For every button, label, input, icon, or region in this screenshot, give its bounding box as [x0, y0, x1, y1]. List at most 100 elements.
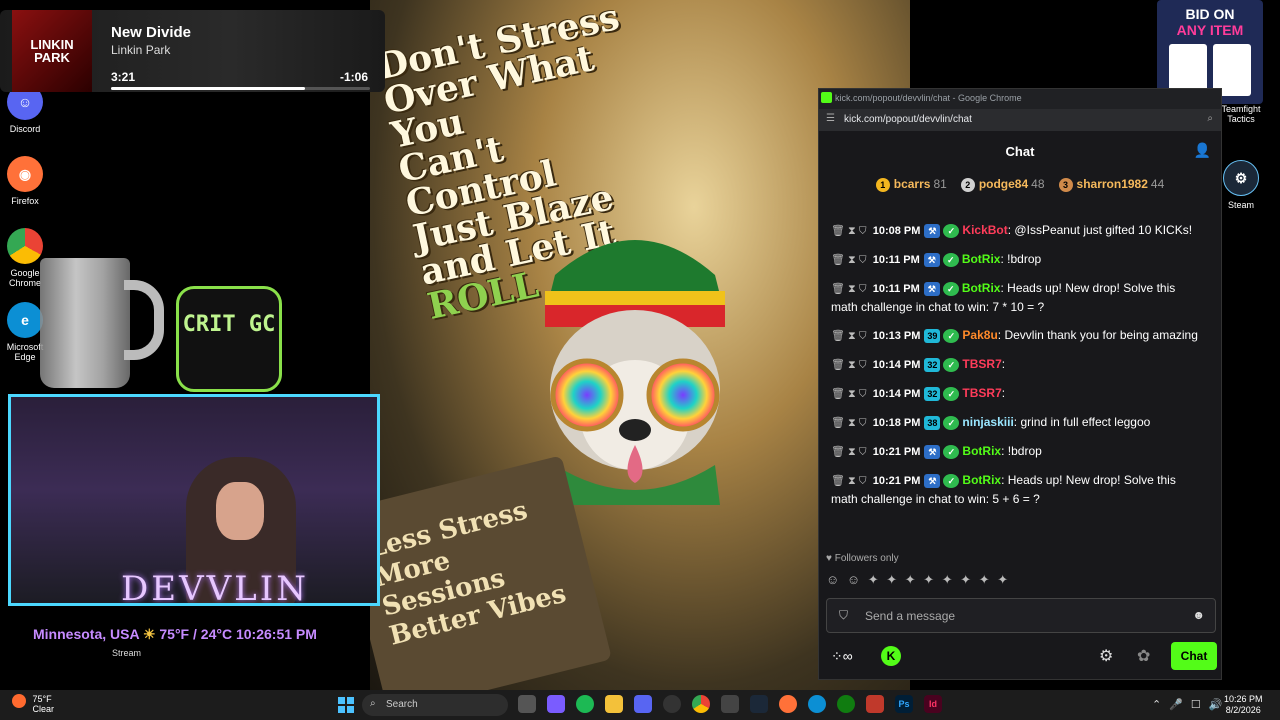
- settings-gear-icon[interactable]: ⚙: [1099, 646, 1113, 666]
- moderation-icons[interactable]: 🗑 ⧗ ⛉: [831, 330, 867, 342]
- window-titlebar[interactable]: kick.com/popout/devvlin/chat - Google Ch…: [819, 89, 1221, 109]
- verified-badge-icon: ✓: [943, 357, 960, 372]
- extension-icon[interactable]: ✿: [1137, 646, 1150, 666]
- chat-message[interactable]: 🗑 ⧗ ⛉ 10:14 PM 32 ✓ TBSR7:: [831, 355, 1201, 374]
- chat-browser-window: kick.com/popout/devvlin/chat - Google Ch…: [818, 88, 1222, 680]
- message-text: : grind in full effect leggoo: [1013, 415, 1151, 429]
- chat-message[interactable]: 🗑 ⧗ ⛉ 10:18 PM 38 ✓ ninjaskiii: grind in ful…: [831, 413, 1201, 432]
- site-settings-icon[interactable]: ☰: [826, 113, 835, 124]
- obs-icon[interactable]: [663, 695, 681, 713]
- chrome-icon: [7, 228, 43, 264]
- moderation-icons[interactable]: 🗑 ⧗ ⛉: [831, 475, 867, 487]
- message-username[interactable]: BotRix: [962, 252, 1001, 266]
- crit-gc-logo: CRIT GC: [176, 286, 282, 392]
- search-icon: ⌕: [370, 698, 376, 709]
- moderation-icons[interactable]: 🗑 ⧗ ⛉: [831, 446, 867, 458]
- file-explorer-icon[interactable]: [605, 695, 623, 713]
- message-username[interactable]: ninjaskiii: [962, 415, 1013, 429]
- emote-bar[interactable]: ☺ ☺ ✦ ✦ ✦ ✦ ✦ ✦ ✦ ✦: [826, 572, 1010, 588]
- address-bar[interactable]: ☰ kick.com/popout/devvlin/chat ⌕: [819, 109, 1221, 131]
- indesign-icon[interactable]: Id: [924, 695, 942, 713]
- chrome-icon[interactable]: [692, 695, 710, 713]
- taskbar-apps: Ps Id: [518, 695, 942, 713]
- user-badge: ⚒: [924, 444, 941, 459]
- edge-icon: e: [7, 302, 43, 338]
- send-chat-button[interactable]: Chat: [1171, 642, 1217, 670]
- chat-message-list[interactable]: 🗑 ⧗ ⛉ 10:08 PM ⚒ ✓ KickBot: @IssPeanut just …: [831, 221, 1201, 518]
- chat-message[interactable]: 🗑 ⧗ ⛉ 10:13 PM 39 ✓ Pak8u: Devvlin thank you…: [831, 326, 1201, 345]
- start-button[interactable]: [338, 697, 354, 713]
- moderation-icons[interactable]: 🗑 ⧗ ⛉: [831, 359, 867, 371]
- track-progress-bar[interactable]: [111, 87, 370, 90]
- desktop-icon-label: Microsoft Edge: [6, 342, 44, 362]
- moderation-icons[interactable]: 🗑 ⧗ ⛉: [831, 254, 867, 266]
- now-playing-widget: LINKIN PARK New Divide Linkin Park 3:21 …: [0, 10, 385, 92]
- user-badge: 38: [924, 415, 941, 430]
- copilot-icon[interactable]: [547, 695, 565, 713]
- message-username[interactable]: Pak8u: [962, 328, 997, 342]
- chat-message[interactable]: 🗑 ⧗ ⛉ 10:08 PM ⚒ ✓ KickBot: @IssPeanut just …: [831, 221, 1201, 240]
- message-timestamp: 10:08 PM: [872, 225, 921, 237]
- user-badge: ⚒: [924, 473, 941, 488]
- chat-message[interactable]: 🗑 ⧗ ⛉ 10:14 PM 32 ✓ TBSR7:: [831, 384, 1201, 403]
- message-timestamp: 10:11 PM: [872, 254, 920, 266]
- user-badge: ⚒: [923, 252, 940, 267]
- message-timestamp: 10:11 PM: [872, 283, 920, 295]
- leaderboard-entry[interactable]: 3 sharron1982 44: [1058, 177, 1164, 192]
- taskbar: 75°F Clear ⌕ Search Ps Id ⌃🎤☐🔊 10:26 PM …: [0, 690, 1280, 720]
- user-badge: ⚒: [923, 281, 940, 296]
- photoshop-icon[interactable]: Ps: [895, 695, 913, 713]
- message-username[interactable]: TBSR7: [962, 386, 1001, 400]
- user-badge: ⚒: [924, 223, 941, 238]
- zoom-icon[interactable]: ⌕: [1207, 113, 1213, 124]
- emoji-icon[interactable]: ☻: [1192, 608, 1205, 622]
- leaderboard-entry[interactable]: 2 podge84 48: [960, 177, 1045, 192]
- message-username[interactable]: BotRix: [962, 473, 1001, 487]
- chat-message[interactable]: 🗑 ⧗ ⛉ 10:21 PM ⚒ ✓ BotRix: !bdrop: [831, 442, 1201, 461]
- firefox-icon[interactable]: [779, 695, 797, 713]
- task-view-icon[interactable]: [518, 695, 536, 713]
- desktop-icon-label: Steam: [1227, 200, 1254, 210]
- message-text: : !bdrop: [1001, 444, 1042, 458]
- moderation-icons[interactable]: 🗑 ⧗ ⛉: [831, 417, 867, 429]
- kick-icon[interactable]: K: [881, 646, 901, 666]
- remaining-time: -1:06: [340, 70, 369, 84]
- taskbar-clock[interactable]: 10:26 PM 8/2/2026: [1224, 694, 1263, 716]
- chat-message[interactable]: 🗑 ⧗ ⛉ 10:21 PM ⚒ ✓ BotRix: Heads up! New dro…: [831, 471, 1201, 508]
- user-badge: 39: [924, 328, 941, 343]
- moderation-icons[interactable]: 🗑 ⧗ ⛉: [831, 388, 867, 400]
- moderation-icons[interactable]: 🗑 ⧗ ⛉: [831, 283, 867, 295]
- verified-badge-icon: ✓: [942, 281, 959, 296]
- chat-message[interactable]: 🗑 ⧗ ⛉ 10:11 PM ⚒ ✓ BotRix: Heads up! New dro…: [831, 279, 1201, 316]
- taskbar-search[interactable]: ⌕ Search: [362, 694, 508, 716]
- message-timestamp: 10:13 PM: [872, 330, 921, 342]
- desktop-icon-label: Teamfight Tactics: [1221, 104, 1261, 124]
- moderation-icons[interactable]: 🗑 ⧗ ⛉: [831, 225, 867, 237]
- app-icon[interactable]: [866, 695, 884, 713]
- system-tray[interactable]: ⌃🎤☐🔊: [1152, 698, 1230, 711]
- chat-message[interactable]: 🗑 ⧗ ⛉ 10:11 PM ⚒ ✓ BotRix: !bdrop: [831, 250, 1201, 269]
- message-username[interactable]: BotRix: [962, 444, 1001, 458]
- users-icon[interactable]: 👤: [1194, 142, 1211, 159]
- desktop-icon-firefox[interactable]: ◉ Firefox: [0, 156, 55, 206]
- points-icon[interactable]: ⁘∞: [831, 648, 853, 665]
- discord-icon[interactable]: [634, 695, 652, 713]
- message-username[interactable]: KickBot: [962, 223, 1007, 237]
- user-badge: 32: [924, 357, 941, 372]
- spotify-icon[interactable]: [576, 695, 594, 713]
- store-icon[interactable]: [721, 695, 739, 713]
- verified-badge-icon: ✓: [943, 386, 960, 401]
- message-username[interactable]: BotRix: [962, 281, 1001, 295]
- edge-icon[interactable]: [808, 695, 826, 713]
- taskbar-weather[interactable]: 75°F Clear: [12, 694, 54, 714]
- message-username[interactable]: TBSR7: [962, 357, 1001, 371]
- verified-badge-icon: ✓: [943, 328, 960, 343]
- leaderboard-entry[interactable]: 1 bcarrs 81: [875, 177, 947, 192]
- chat-message-input[interactable]: ⛉ Send a message ☻: [826, 598, 1216, 633]
- firefox-icon: ◉: [7, 156, 43, 192]
- xbox-icon[interactable]: [837, 695, 855, 713]
- message-text: :: [1001, 357, 1006, 371]
- weather-sun-icon: ☀: [142, 626, 160, 642]
- message-timestamp: 10:18 PM: [872, 417, 921, 429]
- steam-icon[interactable]: [750, 695, 768, 713]
